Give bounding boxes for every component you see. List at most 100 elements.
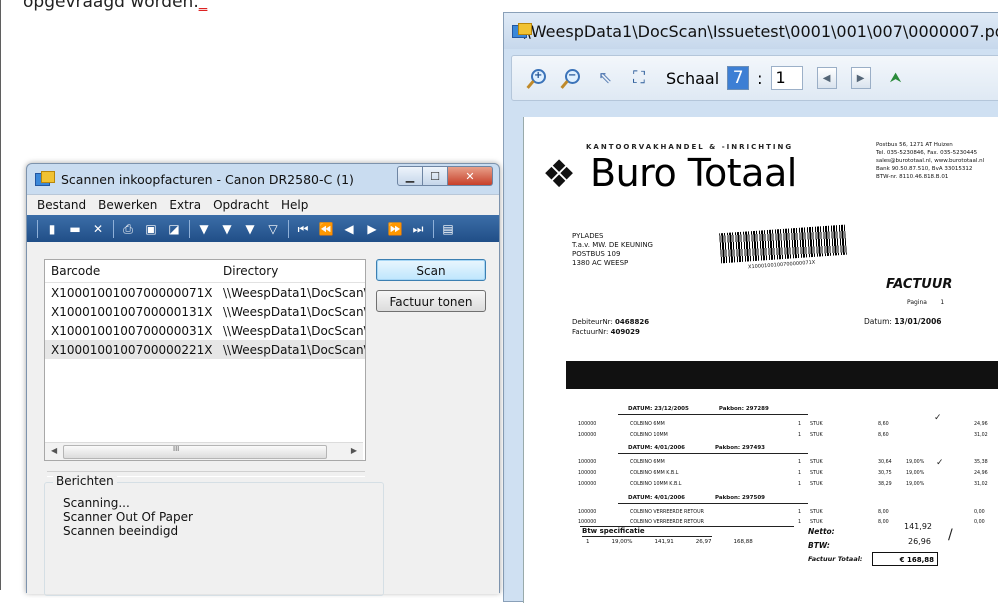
invoice-page: Pagina 1: [907, 299, 945, 306]
save-icon[interactable]: ▬: [67, 221, 83, 237]
messages-title: Berichten: [53, 474, 117, 488]
customer-line: T.a.v. MW. DE KEUNING: [572, 241, 653, 249]
filter-remove-icon[interactable]: ▽: [265, 221, 281, 237]
invoice-barcode-text: X1000100100700000071X: [747, 259, 816, 271]
menu-opdracht[interactable]: Opdracht: [213, 198, 269, 212]
filter-icon[interactable]: ▼: [196, 221, 212, 237]
scroll-left-icon[interactable]: ◀: [51, 446, 57, 455]
rotate-icon[interactable]: ⮝: [885, 67, 907, 89]
filter-edit-icon[interactable]: ▼: [242, 221, 258, 237]
cell-barcode: X1000100100700000131X: [51, 304, 213, 319]
minimize-button[interactable]: ▁: [397, 166, 423, 186]
address-line: BTW-nr. 8110.46.818.B.01: [876, 174, 949, 180]
scanner-window: Scannen inkoopfacturen - Canon DR2580-C …: [26, 163, 500, 596]
scale-denominator-input[interactable]: 1: [770, 66, 803, 90]
menu-extra[interactable]: Extra: [169, 198, 201, 212]
next-page-button[interactable]: ▶: [850, 67, 871, 89]
invoice-group-header: DATUM: 23/12/2005 Pakbon: 297289: [628, 406, 769, 412]
menu-bestand[interactable]: Bestand: [37, 198, 86, 212]
cell-barcode: X1000100100700000221X: [51, 342, 213, 357]
list-item[interactable]: X1000100100700000071X \\WeespData1\DocSc…: [45, 283, 365, 302]
filter-add-icon[interactable]: ▼: [219, 221, 235, 237]
barcode-list[interactable]: Barcode Directory X1000100100700000071X …: [44, 259, 366, 461]
pdf-title-bar[interactable]: \\WeespData1\DocScan\Issuetest\0001\001\…: [504, 13, 998, 49]
btw-row: 1 19,00% 141,91 26,97 168,88: [586, 539, 753, 545]
list-item-selected[interactable]: X1000100100700000221X \\WeespData1\DocSc…: [45, 340, 365, 359]
invoice-group-header: DATUM: 4/01/2006 Pakbon: 297509: [628, 495, 765, 501]
text-cursor: _: [198, 0, 208, 12]
new-document-icon[interactable]: ▮: [44, 221, 60, 237]
scroll-grip-icon: III: [173, 445, 180, 453]
maximize-icon: ☐: [430, 169, 440, 183]
print-icon[interactable]: ⎙: [120, 221, 136, 237]
document-icon[interactable]: ▤: [440, 221, 456, 237]
cell-directory: \\WeespData1\DocScan\: [223, 285, 365, 300]
invoice-brand-tagline: KANTOORVAKHANDEL & -INRICHTING: [586, 143, 794, 151]
menu-help[interactable]: Help: [281, 198, 308, 212]
fit-page-icon[interactable]: ⛶: [628, 67, 650, 89]
invoice-doc-type: FACTUUR: [886, 277, 953, 292]
btw-label: BTW:: [808, 541, 830, 550]
address-line: Postbus 56, 1271 AT Huizen: [876, 142, 953, 148]
scale-label: Schaal: [666, 68, 720, 88]
invoice-customer: PYLADES T.a.v. MW. DE KEUNING POSTBUS 10…: [572, 232, 653, 268]
close-button[interactable]: ✕: [448, 166, 493, 186]
preview-icon[interactable]: ▣: [143, 221, 159, 237]
total-label: Factuur Totaal:: [808, 555, 863, 563]
invoice-numbers: DebiteurNr: 0468826 FactuurNr: 409029: [572, 318, 650, 336]
column-header-directory[interactable]: Directory: [223, 264, 365, 278]
message-line: Scanning...: [63, 496, 130, 510]
scroll-right-icon[interactable]: ▶: [351, 446, 357, 455]
minimize-icon: ▁: [405, 169, 415, 183]
redacted-bar: [566, 361, 998, 389]
column-header-barcode[interactable]: Barcode: [45, 264, 223, 278]
cell-directory: \\WeespData1\DocScan\: [223, 342, 365, 357]
maximize-button[interactable]: ☐: [423, 166, 448, 186]
scanner-window-title: Scannen inkoopfacturen - Canon DR2580-C …: [61, 171, 354, 187]
invoice-date: Datum: 13/01/2006: [864, 317, 942, 326]
menu-bar: Bestand Bewerken Extra Opdracht Help: [27, 194, 499, 215]
scale-numerator-input[interactable]: 7: [727, 66, 750, 90]
next-record-icon[interactable]: ▶: [364, 221, 380, 237]
messages-group: Berichten Scanning... Scanner Out Of Pap…: [44, 474, 384, 596]
address-line: sales@burototaal.nl, www.burototaal.nl: [876, 158, 985, 164]
total-value: € 168,88: [872, 552, 938, 566]
list-item[interactable]: X1000100100700000131X \\WeespData1\DocSc…: [45, 302, 365, 321]
invoice-group-header: DATUM: 4/01/2006 Pakbon: 297493: [628, 445, 765, 451]
first-record-icon[interactable]: ⏮: [295, 221, 311, 237]
close-icon: ✕: [465, 169, 475, 183]
message-line: Scanner Out Of Paper: [63, 510, 193, 524]
last-record-icon[interactable]: ⏭: [410, 221, 426, 237]
properties-icon[interactable]: ◪: [166, 221, 182, 237]
cell-barcode: X1000100100700000031X: [51, 323, 213, 338]
background-doc-text: opgevraagd worden._: [23, 0, 207, 12]
fast-forward-icon[interactable]: ⏩: [387, 221, 403, 237]
list-header: Barcode Directory: [45, 260, 365, 283]
scanner-toolbar: ▮ ▬ ✕ ⎙ ▣ ◪ ▼ ▼ ▼ ▽ ⏮ ⏪ ◀ ▶ ⏩ ⏭ ▤: [27, 215, 499, 243]
select-pointer-icon[interactable]: ⇖: [594, 67, 616, 89]
zoom-out-icon[interactable]: −: [560, 67, 582, 89]
check-mark-icon: ✓: [936, 458, 944, 468]
menu-bewerken[interactable]: Bewerken: [98, 198, 157, 212]
pdf-viewer-window: \\WeespData1\DocScan\Issuetest\0001\001\…: [503, 12, 998, 603]
pdf-toolbar: + − ⇖ ⛶ Schaal 7 : 1 ◀ ▶ ⮝: [511, 55, 998, 101]
list-item[interactable]: X1000100100700000031X \\WeespData1\DocSc…: [45, 321, 365, 340]
show-invoice-button[interactable]: Factuur tonen: [376, 290, 486, 312]
btw-title: Btw specificatie: [582, 527, 645, 535]
cell-directory: \\WeespData1\DocScan\: [223, 304, 365, 319]
previous-record-icon[interactable]: ◀: [341, 221, 357, 237]
horizontal-scrollbar[interactable]: ◀ III ▶: [45, 442, 363, 460]
scrollbar-thumb[interactable]: [63, 445, 327, 459]
invoice-barcode: [719, 224, 847, 264]
zoom-in-icon[interactable]: +: [526, 67, 548, 89]
cell-barcode: X1000100100700000071X: [51, 285, 213, 300]
customer-line: 1380 AC WEESP: [572, 259, 629, 267]
scale-separator: :: [757, 68, 763, 88]
messages-list: Scanning... Scanner Out Of Paper Scannen…: [63, 496, 193, 538]
delete-icon[interactable]: ✕: [90, 221, 106, 237]
scan-button[interactable]: Scan: [376, 259, 486, 281]
pdf-page: KANTOORVAKHANDEL & -INRICHTING ❖ Buro To…: [523, 117, 998, 603]
previous-page-button[interactable]: ◀: [816, 67, 837, 89]
pdf-window-title: \\WeespData1\DocScan\Issuetest\0001\001\…: [520, 21, 998, 41]
rewind-icon[interactable]: ⏪: [318, 221, 334, 237]
